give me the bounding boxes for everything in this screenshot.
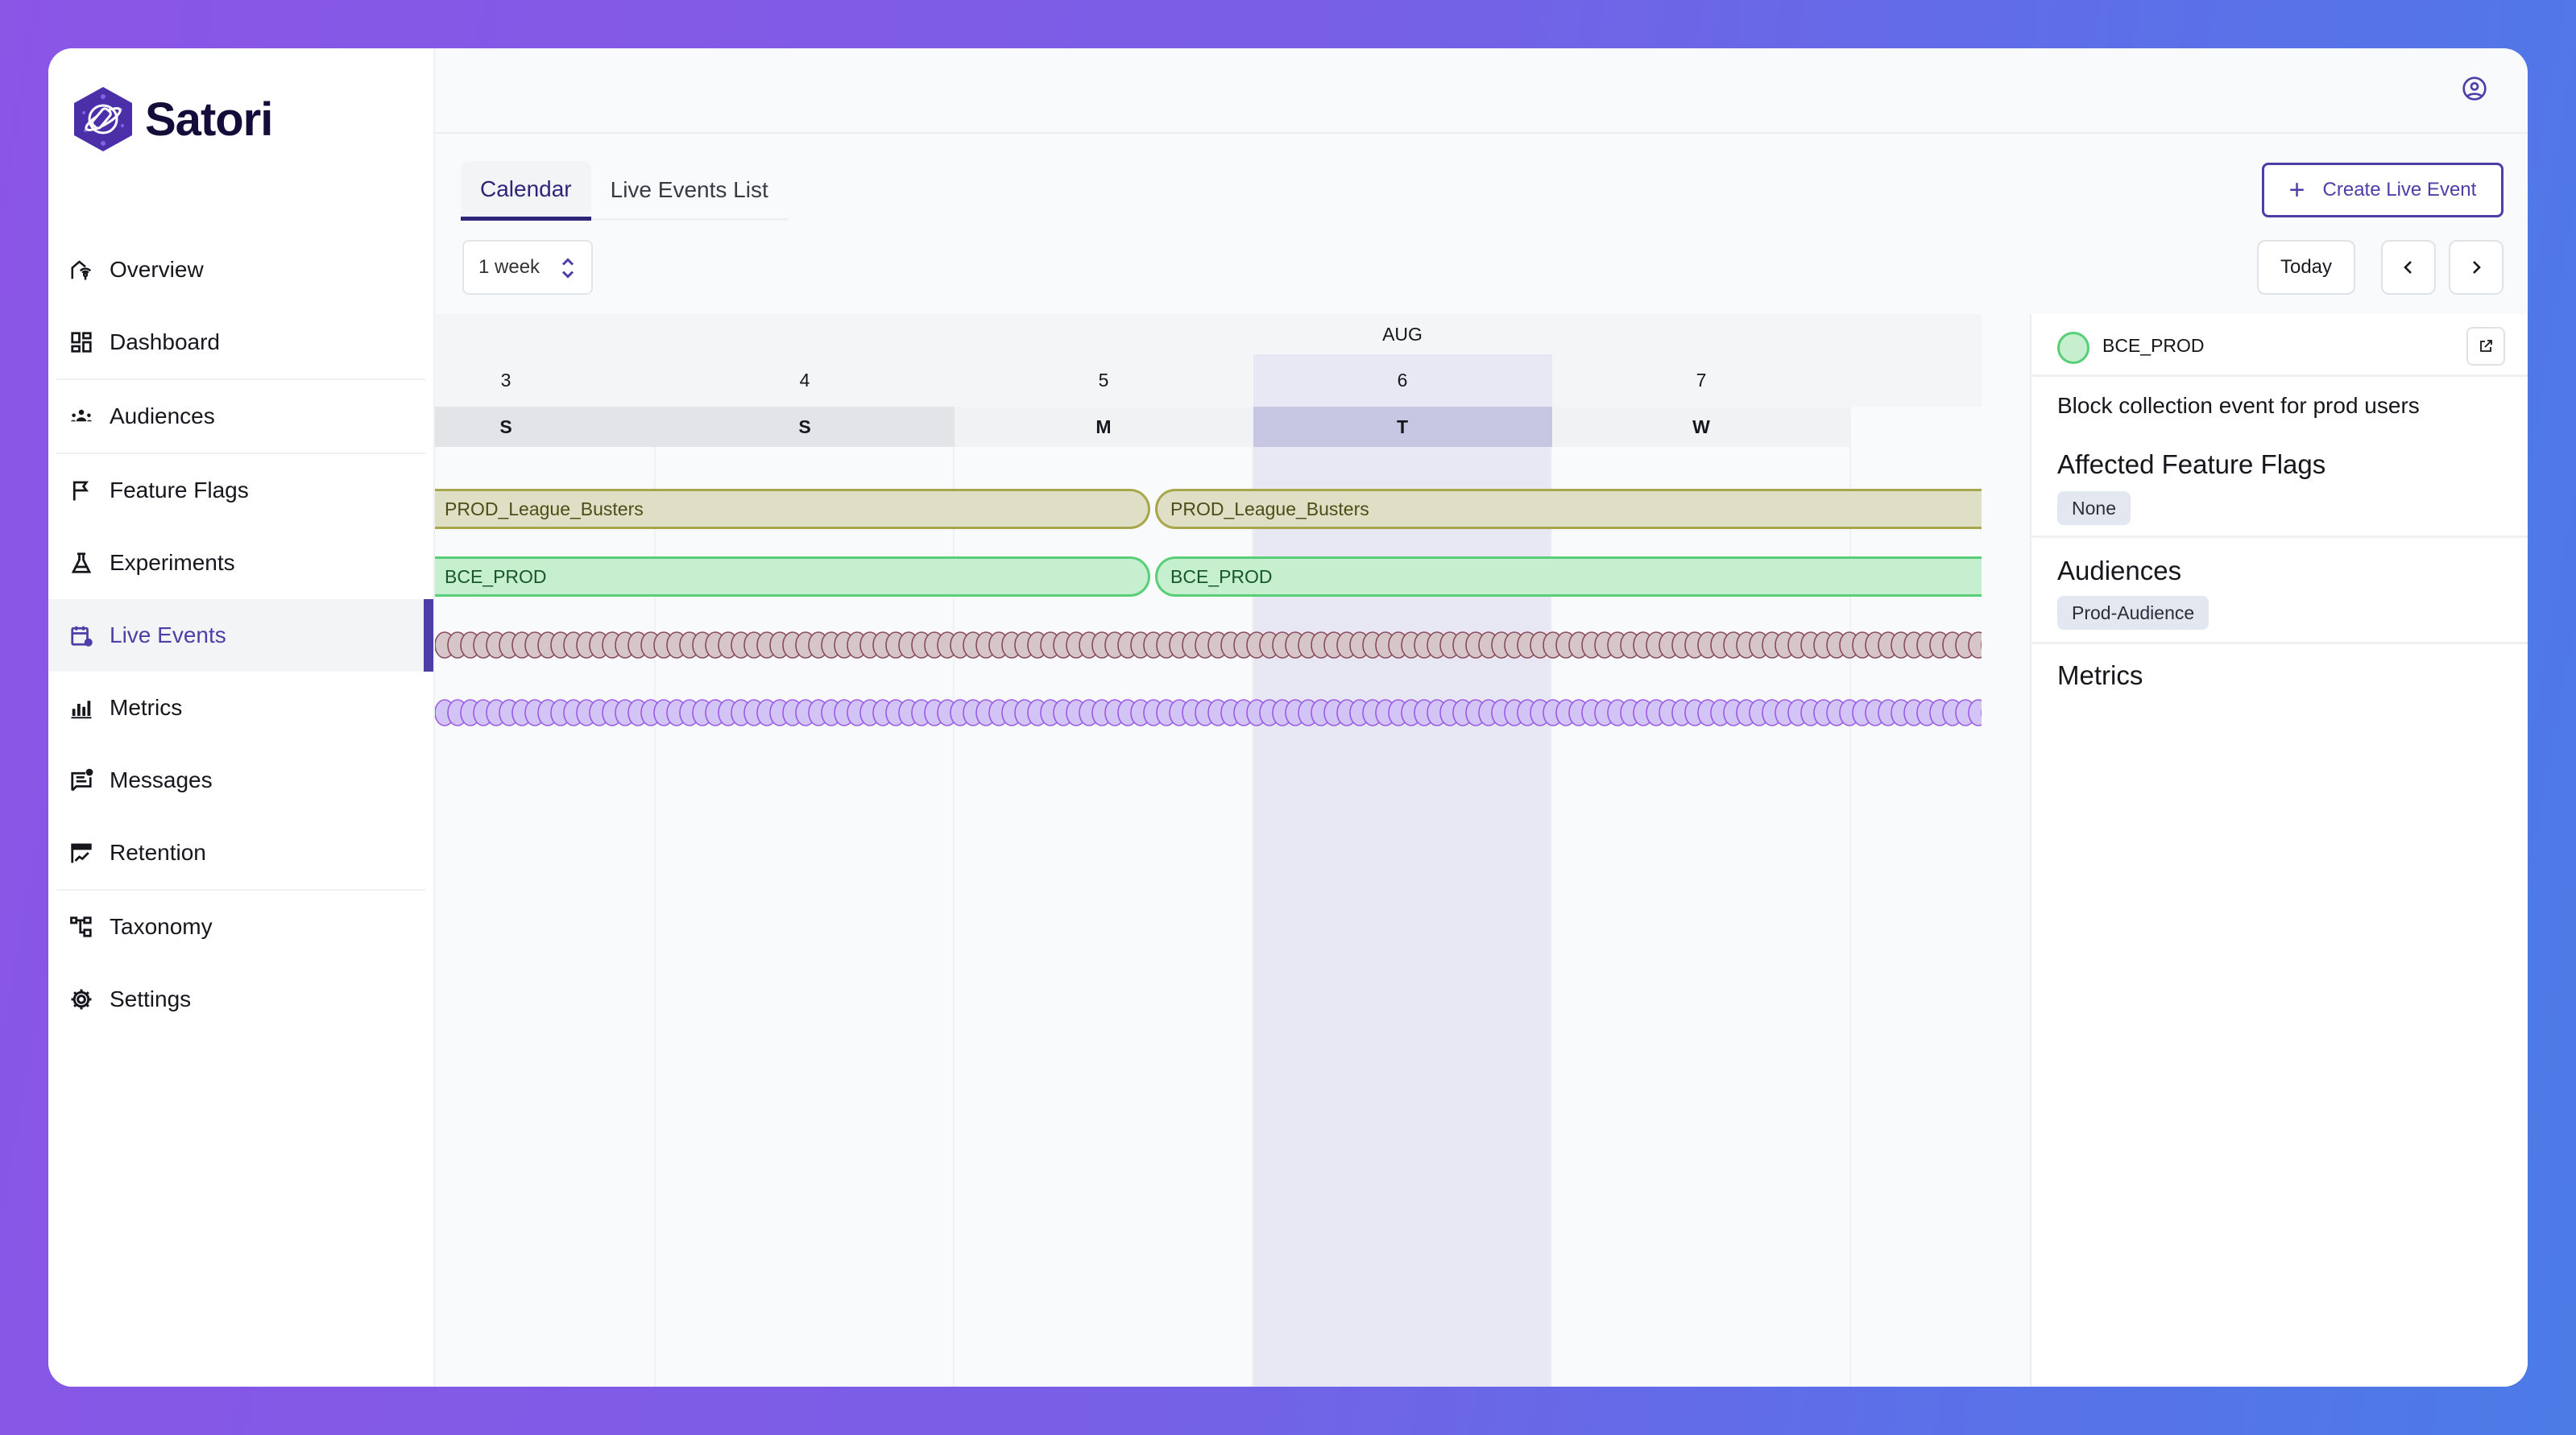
metrics-heading: Metrics [2057, 660, 2143, 690]
month-label: AUG [1382, 324, 1423, 345]
open-event-button[interactable] [2466, 327, 2505, 366]
chevron-updown-icon [561, 258, 574, 279]
sidebar-item-messages[interactable]: Messages [48, 744, 433, 817]
sidebar-item-label: Live Events [110, 622, 226, 647]
event-bar[interactable]: BCE_PROD [1155, 556, 1982, 597]
audience-chip[interactable]: Prod-Audience [2057, 596, 2209, 630]
sidebar-item-label: Messages [110, 767, 213, 792]
weekday-cell: S [435, 407, 656, 447]
sidebar-item-label: Overview [110, 257, 204, 282]
event-bar[interactable]: PROD_League_Busters [435, 489, 1150, 529]
sidebar-item-experiments[interactable]: Experiments [48, 527, 433, 599]
calendar-clock-icon [69, 623, 93, 647]
flask-icon [69, 551, 93, 575]
sidebar-item-settings[interactable]: Settings [48, 963, 433, 1036]
sidebar-item-audiences[interactable]: Audiences [48, 380, 433, 453]
weekday-cell: W [1551, 407, 1851, 447]
main-content: Calendar Live Events List 1 week + Creat… [435, 48, 2528, 1387]
create-live-event-label: Create Live Event [2322, 179, 2477, 201]
sidebar-item-taxonomy[interactable]: Taxonomy [48, 891, 433, 963]
satori-logo-icon [74, 87, 132, 151]
sidebar: Satori Overview Dashboard Audiences Feat… [48, 48, 435, 1387]
dashboard-icon [69, 330, 93, 354]
sidebar-item-live-events[interactable]: Live Events [48, 599, 433, 672]
bar-chart-icon [69, 696, 93, 720]
sidebar-item-overview[interactable]: Overview [48, 234, 433, 306]
event-description: Block collection event for prod users [2057, 393, 2420, 418]
sidebar-nav: Overview Dashboard Audiences Feature Fla… [48, 234, 433, 1036]
tab-live-events-list[interactable]: Live Events List [590, 161, 788, 221]
next-week-button[interactable] [2449, 240, 2504, 295]
audiences-heading: Audiences [2057, 556, 2182, 585]
user-circle-icon[interactable] [2462, 76, 2487, 101]
today-button[interactable]: Today [2257, 240, 2355, 295]
app-window: Satori Overview Dashboard Audiences Feat… [48, 48, 2528, 1387]
sidebar-item-metrics[interactable]: Metrics [48, 672, 433, 744]
metrics-section: Metrics [2031, 644, 2528, 709]
sidebar-item-label: Dashboard [110, 329, 220, 354]
tab-calendar[interactable]: Calendar [461, 161, 591, 221]
sidebar-item-label: Feature Flags [110, 478, 249, 502]
calendar-body: PROD_League_Busters PROD_League_Busters BC… [435, 447, 1982, 1387]
weekday-cell: M [954, 407, 1253, 447]
sidebar-item-retention[interactable]: Retention [48, 817, 433, 889]
recurring-event-row[interactable] [435, 698, 1982, 727]
sidebar-item-label: Settings [110, 986, 192, 1011]
feature-flags-heading: Affected Feature Flags [2057, 449, 2326, 479]
recurring-event-row[interactable] [435, 631, 1982, 660]
date-cell: 3 [500, 370, 511, 391]
audiences-icon [69, 404, 93, 428]
month-row: AUG [435, 314, 1982, 354]
status-dot [2057, 332, 2089, 364]
top-bar [435, 48, 2528, 134]
gear-icon [69, 987, 93, 1011]
plus-icon: + [2288, 174, 2305, 205]
view-tabs: Calendar Live Events List [461, 161, 788, 221]
overview-icon [69, 258, 93, 282]
retention-icon [69, 841, 93, 865]
event-detail-panel: BCE_PROD Block collection event for prod… [2030, 314, 2528, 1387]
sidebar-item-label: Taxonomy [110, 914, 213, 939]
weekday-cell: T [1253, 407, 1552, 447]
date-cell: 7 [1696, 370, 1707, 391]
date-row: 3 4 5 6 7 [435, 354, 1982, 407]
feature-flag-chip: None [2057, 491, 2131, 525]
date-cell: 6 [1253, 354, 1552, 407]
create-live-event-button[interactable]: + Create Live Event [2262, 163, 2504, 217]
event-title: BCE_PROD [2102, 335, 2205, 356]
weekday-row: SSMTW [435, 407, 1982, 447]
panel-header: BCE_PROD [2031, 314, 2528, 377]
event-bar[interactable]: BCE_PROD [435, 556, 1150, 597]
sidebar-item-label: Audiences [110, 403, 215, 428]
taxonomy-icon [69, 915, 93, 939]
range-select-value: 1 week [478, 256, 540, 278]
date-cell: 4 [799, 370, 810, 391]
sidebar-item-label: Metrics [110, 695, 183, 720]
previous-week-button[interactable] [2381, 240, 2436, 295]
range-select[interactable]: 1 week [462, 240, 593, 295]
weekday-cell: S [655, 407, 955, 447]
external-link-icon [2480, 340, 2492, 352]
chevron-left-icon [2404, 261, 2412, 274]
date-cell: 5 [1098, 370, 1109, 391]
logo[interactable]: Satori [72, 85, 273, 153]
message-icon [69, 768, 93, 792]
sidebar-item-label: Retention [110, 840, 206, 865]
sidebar-item-feature-flags[interactable]: Feature Flags [48, 454, 433, 527]
sidebar-item-label: Experiments [110, 550, 235, 575]
event-bar[interactable]: PROD_League_Busters [1155, 489, 1982, 529]
sidebar-item-dashboard[interactable]: Dashboard [48, 306, 433, 378]
app-name: Satori [145, 93, 273, 146]
flag-icon [69, 478, 93, 502]
feature-flags-section: Affected Feature Flags None [2031, 449, 2528, 538]
chevron-right-icon [2473, 261, 2481, 274]
calendar-grid: AUG 34567 SSMTW PROD_League_Busters PROD_… [435, 314, 1982, 1387]
audiences-section: Audiences Prod-Audience [2031, 538, 2528, 644]
